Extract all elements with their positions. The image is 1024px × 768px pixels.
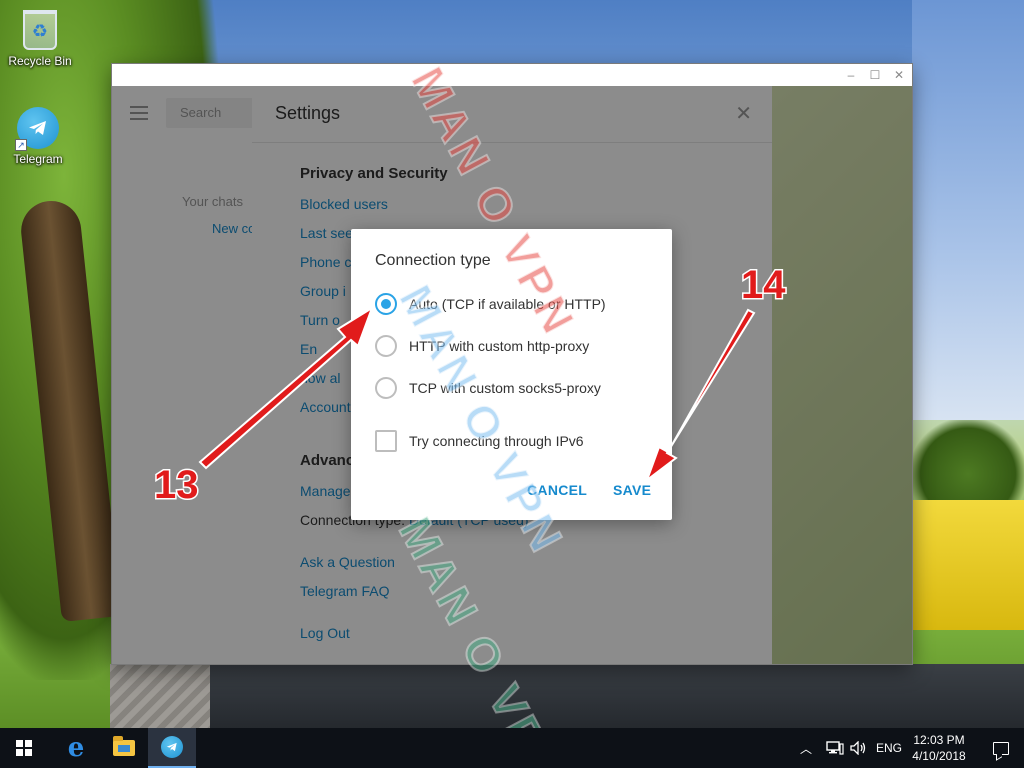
taskbar-file-explorer[interactable] <box>100 728 148 768</box>
network-button[interactable] <box>826 728 844 768</box>
dialog-title: Connection type <box>375 252 491 269</box>
wallpaper-road <box>210 664 1024 734</box>
shortcut-arrow-icon: ↗ <box>15 139 27 151</box>
step-number-13: 13 <box>153 462 200 509</box>
radio-socks5-proxy[interactable] <box>375 377 397 399</box>
action-center-button[interactable] <box>978 728 1024 768</box>
notification-icon <box>993 741 1009 755</box>
radio-http-proxy[interactable] <box>375 335 397 357</box>
wallpaper-trees-right <box>912 420 1024 510</box>
desktop-icon-label: Recycle Bin <box>8 54 72 68</box>
recycle-bin-icon <box>23 10 57 50</box>
wallpaper-sky <box>912 0 1024 420</box>
telegram-icon <box>161 736 183 758</box>
edge-browser-icon: e <box>67 733 85 763</box>
show-hidden-icons-button[interactable]: ︿ <box>800 728 812 768</box>
save-button[interactable]: SAVE <box>613 482 651 498</box>
chevron-up-icon: ︿ <box>800 741 813 756</box>
windows-logo-icon <box>16 740 32 756</box>
telegram-icon: ↗ <box>15 107 59 151</box>
maximize-button[interactable]: ☐ <box>863 64 887 86</box>
file-explorer-icon <box>113 736 135 756</box>
network-icon <box>826 741 844 755</box>
taskbar-edge[interactable]: e <box>52 728 100 768</box>
taskbar: e ︿ ENG 12:03 PM 4/10/2018 <box>0 728 1024 768</box>
close-window-button[interactable]: ✕ <box>887 64 911 86</box>
language-indicator[interactable]: ENG <box>876 728 902 768</box>
clock-time: 12:03 PM <box>913 733 965 747</box>
wallpaper-field <box>912 500 1024 630</box>
clock[interactable]: 12:03 PM 4/10/2018 <box>906 732 972 764</box>
clock-date: 4/10/2018 <box>912 749 966 763</box>
minimize-button[interactable]: – <box>839 64 863 86</box>
start-button[interactable] <box>0 728 48 768</box>
taskbar-telegram[interactable] <box>148 728 196 768</box>
desktop-icon-label: Telegram <box>13 152 63 166</box>
volume-icon <box>850 741 866 755</box>
step-number-14: 14 <box>740 262 787 309</box>
ipv6-checkbox[interactable] <box>375 430 397 452</box>
desktop-icon-recycle-bin[interactable]: Recycle Bin <box>2 8 78 68</box>
window-titlebar: – ☐ ✕ <box>112 64 912 86</box>
volume-button[interactable] <box>850 728 868 768</box>
desktop-icon-telegram[interactable]: ↗ Telegram <box>0 106 76 166</box>
